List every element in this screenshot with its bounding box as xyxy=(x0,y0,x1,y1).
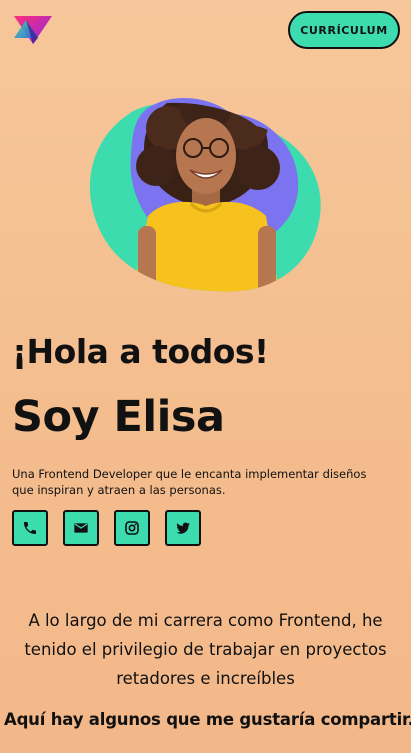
triangle-logo-icon[interactable] xyxy=(12,14,54,46)
phone-button[interactable] xyxy=(12,510,48,546)
about-text: A lo largo de mi carrera como Frontend, … xyxy=(24,611,387,688)
name-heading: Soy Elisa xyxy=(12,392,225,442)
email-button[interactable] xyxy=(63,510,99,546)
instagram-icon xyxy=(125,521,139,535)
phone-icon xyxy=(24,522,36,534)
twitter-icon xyxy=(176,522,190,534)
greeting-heading: ¡Hola a todos! xyxy=(12,332,269,371)
portfolio-page: CURRÍCULUM ¡Hola a todos! Soy Elisa Una … xyxy=(0,0,411,753)
twitter-button[interactable] xyxy=(165,510,201,546)
share-heading: Aquí hay algunos que me gustaría compart… xyxy=(4,710,411,729)
email-icon xyxy=(74,523,88,533)
curriculum-button[interactable]: CURRÍCULUM xyxy=(288,11,400,49)
social-links xyxy=(12,510,201,546)
tagline-text: Una Frontend Developer que le encanta im… xyxy=(12,467,367,497)
instagram-button[interactable] xyxy=(114,510,150,546)
profile-hero xyxy=(86,86,326,296)
